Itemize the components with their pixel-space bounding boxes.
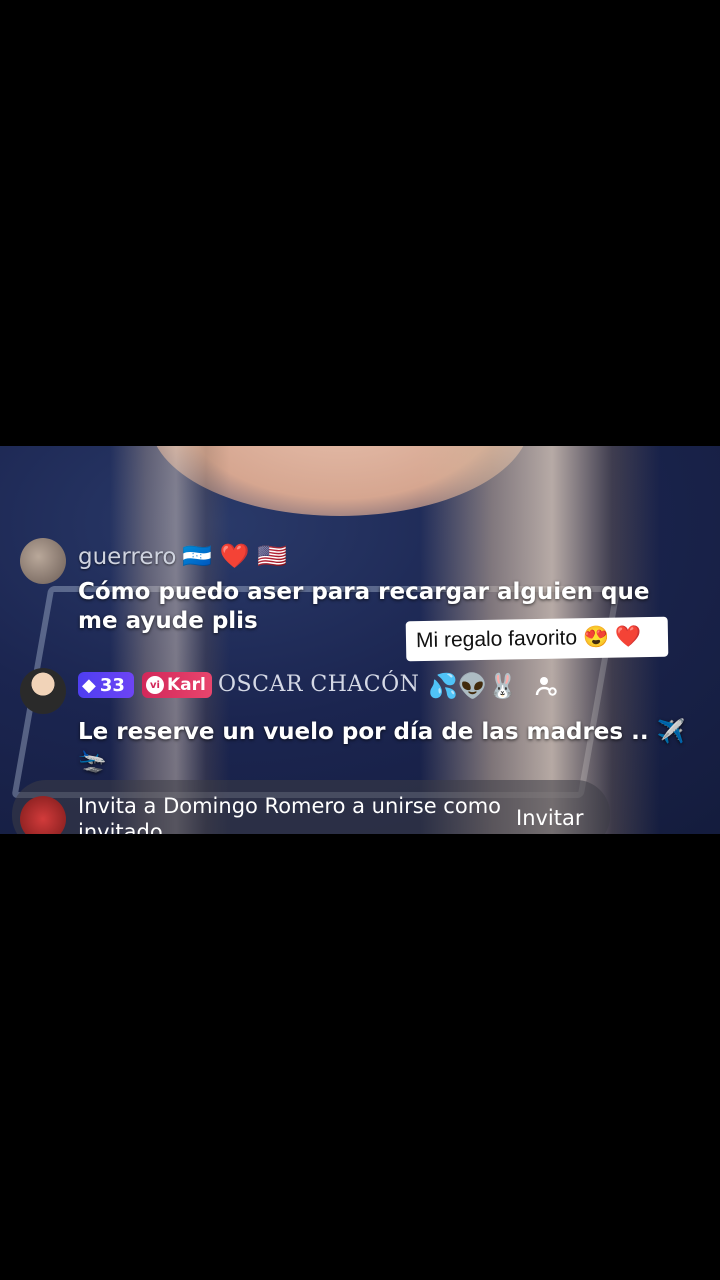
comment-message: Le reserve un vuelo por día de las madre… bbox=[78, 719, 686, 774]
avatar bbox=[20, 796, 66, 834]
live-chat: guerrero 🇭🇳 ❤️ 🇺🇸 Cómo puedo aser para r… bbox=[0, 446, 720, 834]
diamond-level: 33 bbox=[99, 674, 125, 696]
live-video-frame: guerrero 🇭🇳 ❤️ 🇺🇸 Cómo puedo aser para r… bbox=[0, 446, 720, 834]
invite-guest-text: Invita a Domingo Romero a unirse como in… bbox=[78, 794, 501, 834]
fan-club-name: Karl bbox=[167, 675, 206, 695]
fan-club-badge: vi Karl bbox=[142, 672, 212, 698]
follow-user-icon[interactable] bbox=[535, 674, 559, 698]
water-alien-rabbit-emojis: 💦👽🐰 bbox=[428, 672, 518, 700]
comment-username[interactable]: OSCAR CHACÓN bbox=[218, 672, 419, 697]
comment-username[interactable]: guerrero bbox=[78, 544, 177, 570]
gift-sticker[interactable]: Mi regalo favorito 😍 ❤️ bbox=[405, 616, 669, 662]
diamond-level-badge: ◆ 33 bbox=[78, 672, 134, 698]
fan-club-icon: vi bbox=[146, 676, 164, 694]
avatar[interactable] bbox=[20, 538, 66, 584]
diamond-icon: ◆ bbox=[82, 674, 96, 696]
invite-button[interactable]: Invitar bbox=[516, 806, 584, 830]
avatar[interactable] bbox=[20, 668, 66, 714]
flag-heart-emojis: 🇭🇳 ❤️ 🇺🇸 bbox=[182, 542, 287, 570]
